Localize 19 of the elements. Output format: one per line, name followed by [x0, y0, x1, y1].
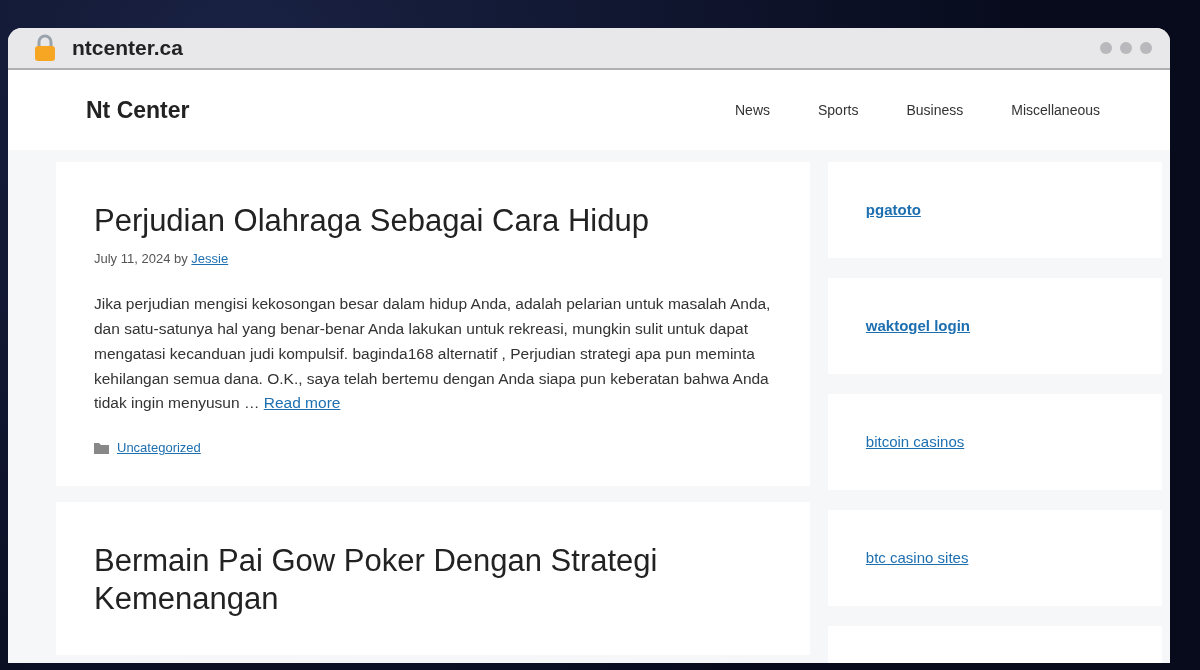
nav-link[interactable]: Sports	[818, 99, 859, 121]
address-bar[interactable]: ntcenter.ca	[8, 28, 1170, 70]
nav-link[interactable]: News	[735, 99, 770, 121]
sidebar-link[interactable]: pgatoto	[865, 198, 921, 222]
nav-link[interactable]: Business	[906, 99, 964, 121]
sidebar-link[interactable]: btc casino sites	[865, 546, 969, 570]
author-link[interactable]: Jessie	[191, 250, 229, 266]
post-date: July 11, 2024	[94, 250, 171, 266]
sidebar-link[interactable]: bitcoin casinos	[865, 430, 965, 454]
category-link[interactable]: Uncategorized	[117, 438, 201, 458]
url-text: ntcenter.ca	[72, 35, 183, 62]
sidebar-link[interactable]: waktogel login	[865, 314, 971, 338]
site-title[interactable]: Nt Center	[86, 92, 190, 128]
post-title[interactable]: Perjudian Olahraga Sebagai Cara Hidup	[94, 202, 774, 241]
post-excerpt: Jika perjudian mengisi kekosongan besar dalam hidup Anda, adalah pelarian untuk masalah Anda, dan satu-satunya hal yang benar-benar Anda lakukan untuk rekreasi, mungkin sulit untuk dapat mengatasi kecanduan judi kompulsif. baginda168 alternatif , Perjudian strategi apa pun meminta kehilangan semua dana. O.K., saya telah bertemu dengan Anda siapa pun keberatan bahwa Anda tidak ingin menyusun … Read more	[94, 294, 772, 414]
read-more-link[interactable]: Read more	[263, 394, 341, 412]
nav-link[interactable]: Miscellaneous	[1011, 99, 1100, 121]
post-title[interactable]: Bermain Pai Gow Poker Dengan Strategi Kemenangan	[94, 541, 774, 620]
byline-text: by	[174, 250, 188, 266]
